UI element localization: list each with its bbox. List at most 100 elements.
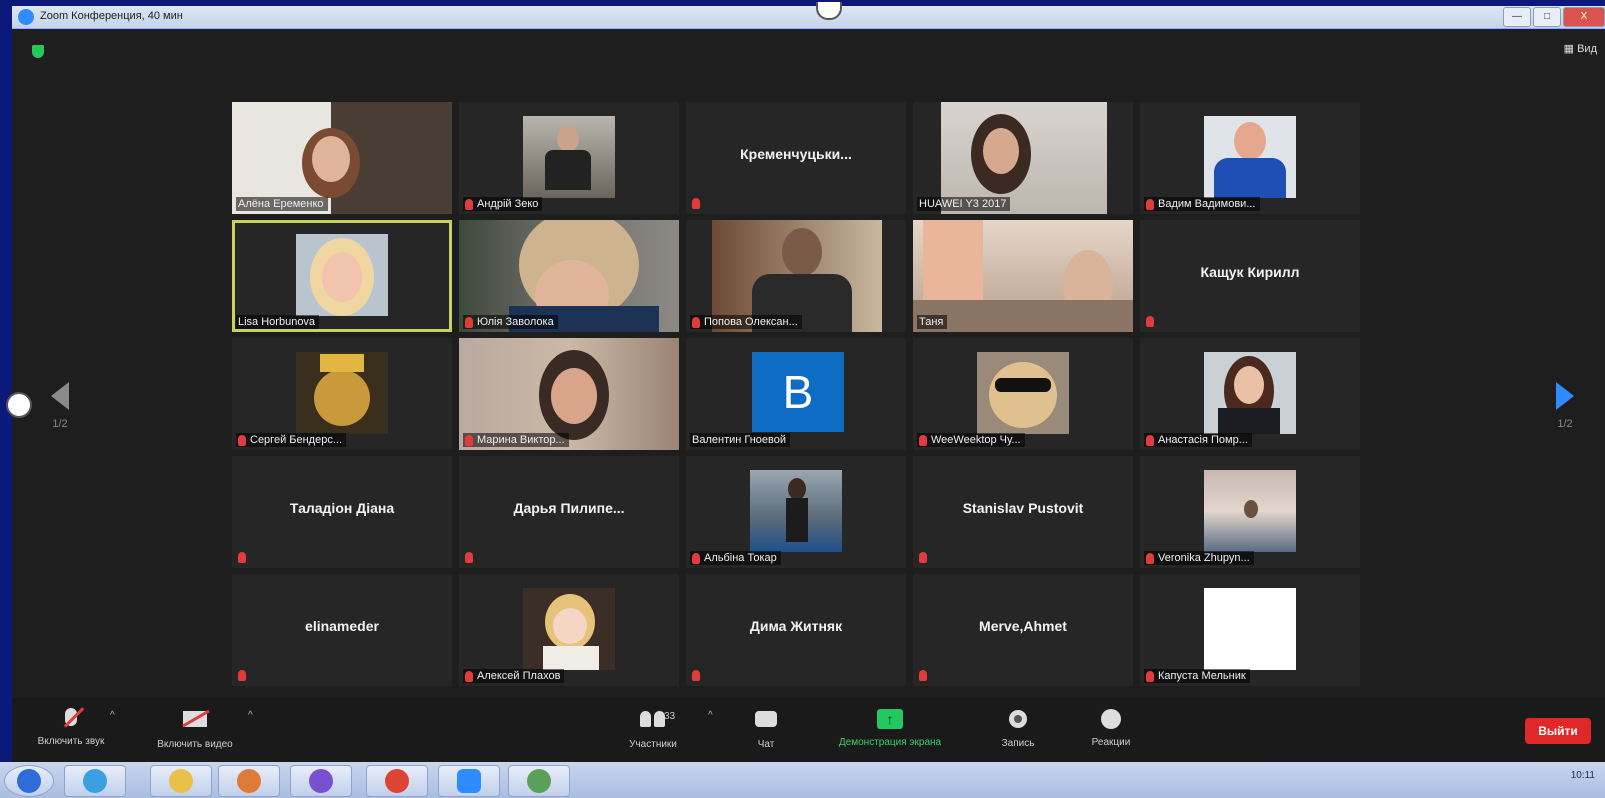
muted-mic-icon xyxy=(919,552,927,563)
reactions-label: Реакции xyxy=(1091,737,1131,748)
muted-mic-icon xyxy=(1146,434,1154,446)
participant-tile[interactable]: Попова Олексан... xyxy=(686,220,906,332)
participant-tile[interactable]: Таладіон Діана xyxy=(232,456,452,568)
participant-tile[interactable]: Veronika Zhupyn... xyxy=(1140,456,1360,568)
muted-mic-icon xyxy=(465,434,473,446)
participant-tile[interactable]: Андрій Зеко xyxy=(459,102,679,214)
video-feed xyxy=(750,470,842,552)
share-screen-icon: ↑ xyxy=(877,709,903,729)
participant-tile[interactable]: Юлія Заволока xyxy=(459,220,679,332)
audio-options-caret-icon[interactable]: ^ xyxy=(110,710,115,721)
panel-handle-icon[interactable] xyxy=(6,392,32,418)
muted-mic-icon xyxy=(238,434,246,446)
participant-tile[interactable]: Кащук Кирилл xyxy=(1140,220,1360,332)
participant-tile[interactable]: WeeWeektop Чу... xyxy=(913,338,1133,450)
unmute-label: Включить звук xyxy=(37,736,105,747)
participant-name-text: Дима Житняк xyxy=(749,618,843,634)
muted-mic-icon xyxy=(1146,670,1154,682)
participant-tile[interactable]: Алёна Еременко xyxy=(232,102,452,214)
muted-mic-icon xyxy=(465,316,473,328)
muted-mic-icon xyxy=(465,670,473,682)
video-feed xyxy=(296,352,388,434)
participant-tile[interactable]: Капуста Мельник xyxy=(1140,574,1360,686)
view-button[interactable]: ▦ Вид xyxy=(1564,42,1597,55)
participants-label: Участники xyxy=(629,739,677,750)
taskbar-app[interactable] xyxy=(290,765,352,797)
avatar: B xyxy=(752,352,844,432)
participant-tile[interactable]: Вадим Вадимови... xyxy=(1140,102,1360,214)
participant-tile[interactable]: Алексей Плахов xyxy=(459,574,679,686)
chat-button[interactable]: Чат xyxy=(746,708,786,750)
taskbar-app[interactable] xyxy=(64,765,126,797)
participant-name-label: Lisa Horbunova xyxy=(236,315,320,329)
participant-name-label: Валентин Гноевой xyxy=(690,433,791,447)
participant-name-label: Алёна Еременко xyxy=(236,197,328,211)
video-options-caret-icon[interactable]: ^ xyxy=(248,710,253,721)
chat-icon xyxy=(755,711,777,727)
participant-tile[interactable]: Stanislav Pustovit xyxy=(913,456,1133,568)
previous-page-button[interactable]: 1/2 xyxy=(40,382,80,430)
system-clock[interactable]: 10:11 xyxy=(1571,770,1595,781)
drag-handle-icon[interactable] xyxy=(816,2,842,20)
participant-name-text: Таладіон Діана xyxy=(289,500,395,516)
participant-tile[interactable]: Марина Виктор... xyxy=(459,338,679,450)
participant-tile[interactable]: Анастасія Помр... xyxy=(1140,338,1360,450)
video-feed xyxy=(1204,588,1296,670)
video-feed xyxy=(296,234,388,316)
participant-name-label: Марина Виктор... xyxy=(463,433,569,447)
participant-tile-active-speaker[interactable]: Lisa Horbunova xyxy=(232,220,452,332)
participant-name-label: HUAWEI Y3 2017 xyxy=(917,197,1011,211)
video-feed xyxy=(977,352,1069,434)
participant-name-label: WeeWeektop Чу... xyxy=(917,433,1025,447)
participant-name-label: Капуста Мельник xyxy=(1144,669,1250,683)
video-feed xyxy=(523,116,615,198)
taskbar-app[interactable] xyxy=(508,765,570,797)
reactions-icon xyxy=(1101,709,1121,729)
start-button[interactable] xyxy=(4,765,54,797)
record-button[interactable]: Запись xyxy=(988,708,1048,749)
muted-mic-icon xyxy=(692,198,700,209)
share-screen-button[interactable]: ↑ Демонстрация экрана xyxy=(820,708,960,748)
participants-button[interactable]: 33 Участники xyxy=(608,708,698,750)
maximize-button[interactable]: □ xyxy=(1533,7,1561,27)
record-label: Запись xyxy=(1001,738,1035,749)
muted-mic-icon xyxy=(1146,198,1154,210)
participant-tile[interactable]: Таня xyxy=(913,220,1133,332)
muted-mic-icon xyxy=(238,670,246,681)
participant-tile[interactable]: Сергей Бендерс... xyxy=(232,338,452,450)
participant-tile[interactable]: elinameder xyxy=(232,574,452,686)
taskbar-app[interactable] xyxy=(438,765,500,797)
unmute-button[interactable]: Включить звук xyxy=(26,708,116,747)
participant-tile[interactable]: Merve,Ahmet xyxy=(913,574,1133,686)
minimize-button[interactable]: — xyxy=(1503,7,1531,27)
taskbar-app[interactable] xyxy=(366,765,428,797)
browser-icon xyxy=(83,769,107,793)
viber-icon xyxy=(309,769,333,793)
windows-logo-icon xyxy=(17,769,41,793)
participant-tile[interactable]: Дарья Пилипе... xyxy=(459,456,679,568)
muted-mic-icon xyxy=(465,552,473,563)
participant-name-label: Таня xyxy=(917,315,948,329)
page-indicator-right: 1/2 xyxy=(1557,418,1573,430)
participant-tile[interactable]: B Валентин Гноевой xyxy=(686,338,906,450)
reactions-button[interactable]: Реакции xyxy=(1076,708,1146,748)
taskbar-app[interactable] xyxy=(150,765,212,797)
close-button[interactable]: X xyxy=(1563,7,1605,27)
taskbar-app[interactable] xyxy=(218,765,280,797)
window-title: Zoom Конференция, 40 мин xyxy=(40,10,183,22)
paint-icon xyxy=(527,769,551,793)
video-feed xyxy=(1204,470,1296,552)
next-page-button[interactable]: 1/2 xyxy=(1545,382,1585,430)
start-video-button[interactable]: Включить видео xyxy=(140,708,250,750)
participants-options-caret-icon[interactable]: ^ xyxy=(708,710,713,721)
participant-tile[interactable]: HUAWEI Y3 2017 xyxy=(913,102,1133,214)
meeting-area: ▦ Вид 1/2 1/2 Алёна Еременко Андрій Зеко… xyxy=(6,30,1605,762)
participant-tile[interactable]: Альбіна Токар xyxy=(686,456,906,568)
start-video-label: Включить видео xyxy=(157,739,233,750)
participant-name-text: Merve,Ahmet xyxy=(979,618,1067,634)
muted-mic-icon xyxy=(919,670,927,681)
encryption-shield-icon[interactable] xyxy=(32,45,44,58)
participant-tile[interactable]: Дима Житняк xyxy=(686,574,906,686)
leave-meeting-button[interactable]: Выйти xyxy=(1525,718,1591,744)
participant-tile[interactable]: Кременчуцьки... xyxy=(686,102,906,214)
